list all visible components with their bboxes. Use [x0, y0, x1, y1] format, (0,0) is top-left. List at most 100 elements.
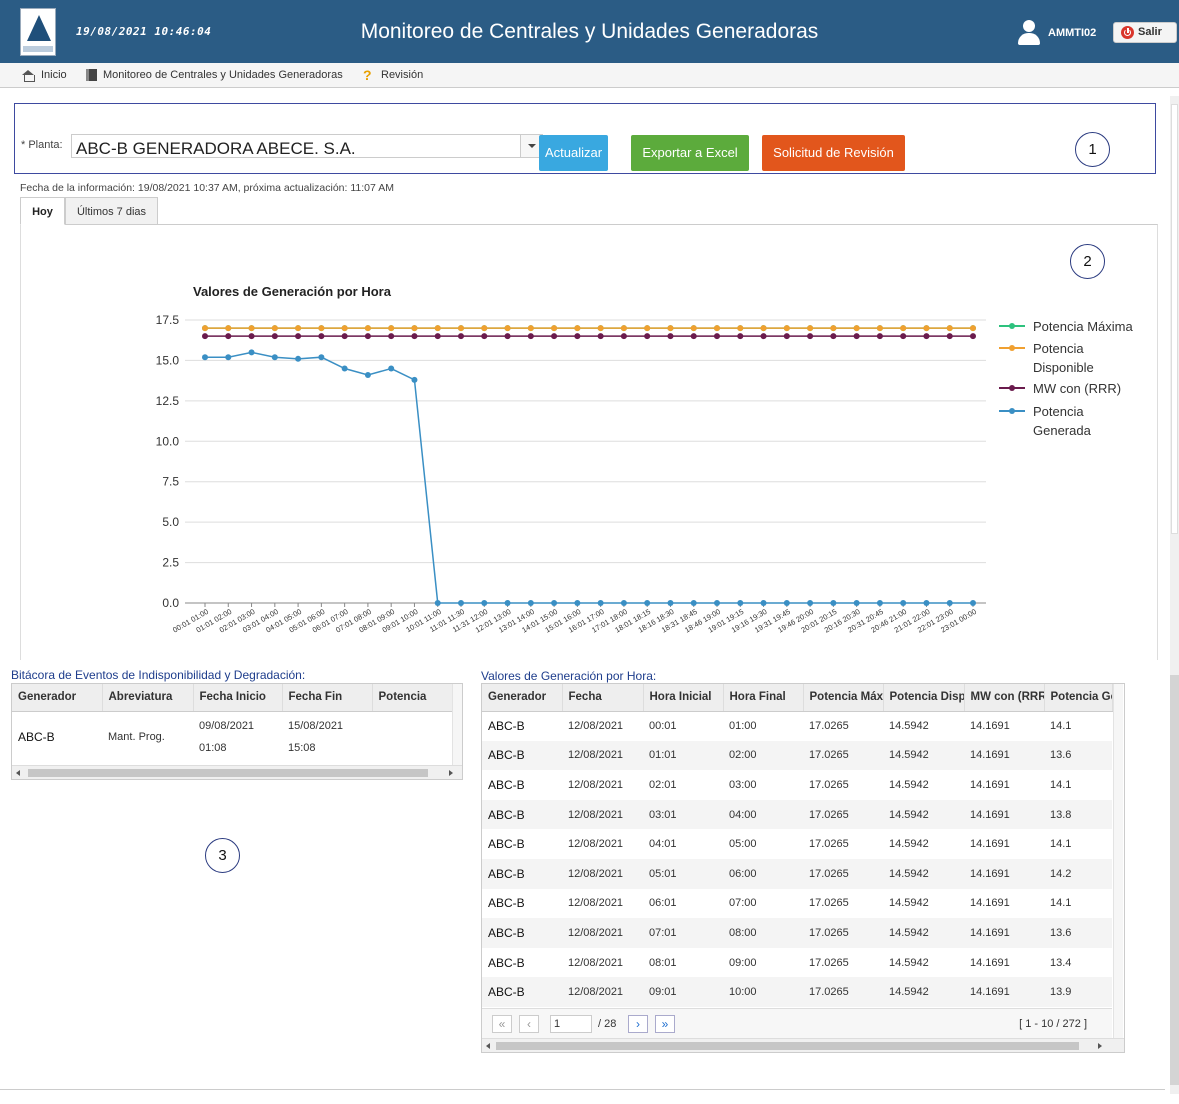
gen-horizontal-scrollbar[interactable]: [482, 1038, 1124, 1052]
data-point: [411, 376, 418, 383]
table-row[interactable]: ABC-B 12/08/2021 09:01 10:00 17.0265 14.5942 1…: [482, 977, 1112, 1007]
page-number-input[interactable]: 1: [550, 1015, 592, 1033]
table-row[interactable]: ABC-B 12/08/2021 05:01 06:00 17.0265 14.5942 1…: [482, 858, 1112, 889]
prev-page-button[interactable]: ‹: [519, 1015, 539, 1033]
data-point: [760, 333, 767, 340]
planta-select[interactable]: ABC-B GENERADORA ABECE. S.A.: [71, 134, 543, 158]
col-header-potencia-generada[interactable]: Potencia Ge: [1044, 684, 1113, 712]
annotation-1: 1: [1075, 132, 1110, 167]
first-page-button[interactable]: «: [492, 1015, 512, 1033]
cell-potencia-disponible: 14.5942: [889, 956, 929, 969]
col-header-potencia-maxima[interactable]: Potencia Máxi: [803, 684, 884, 712]
table-row[interactable]: ABC-B 12/08/2021 04:01 05:00 17.0265 14.5942 1…: [482, 829, 1112, 859]
data-point: [504, 333, 511, 340]
cell-mw-rrr: 14.1691: [964, 799, 1044, 830]
cell-hora-final: 04:00: [723, 799, 803, 830]
cell-fecha: 12/08/2021: [562, 918, 643, 948]
y-tick-label: 7.5: [162, 475, 179, 489]
cell-potencia-maxima: 17.0265: [809, 720, 849, 733]
cell-potencia-generada: 14.1: [1050, 897, 1072, 910]
col-header-fecha[interactable]: Fecha: [562, 684, 644, 712]
col-header-potencia[interactable]: Potencia: [372, 684, 453, 712]
events-horizontal-scrollbar[interactable]: [12, 765, 462, 779]
data-point: [597, 325, 604, 332]
scroll-thumb[interactable]: [496, 1042, 1079, 1050]
data-point: [760, 325, 767, 332]
scroll-left-icon[interactable]: [16, 770, 20, 776]
breadcrumb-home[interactable]: Inicio: [22, 69, 67, 82]
tab-last-7-days[interactable]: Últimos 7 dias: [65, 197, 158, 225]
col-header-fecha-fin[interactable]: Fecha Fin: [282, 684, 373, 712]
cell-generador: ABC-B: [488, 837, 525, 852]
cell-mw-rrr: 14.1691: [970, 778, 1010, 791]
table-row[interactable]: ABC-B 12/08/2021 07:01 08:00 17.0265 14.5942 1…: [482, 918, 1112, 948]
tab-today[interactable]: Hoy: [20, 197, 65, 225]
data-point: [551, 333, 558, 340]
events-vertical-scrollbar[interactable]: [452, 684, 462, 765]
review-request-button[interactable]: Solicitud de Revisión: [762, 135, 905, 171]
data-point: [225, 333, 232, 340]
cell-hora-final: 07:00: [729, 897, 757, 910]
col-header-mw-rrr[interactable]: MW con (RRR): [964, 684, 1045, 712]
table-row[interactable]: ABC-B 12/08/2021 02:01 03:00 17.0265 14.5942 1…: [482, 770, 1112, 800]
col-header-potencia-disponible[interactable]: Potencia Disp: [883, 684, 965, 712]
data-point: [667, 333, 674, 340]
cell-potencia-disponible: 14.5942: [889, 720, 929, 733]
data-point: [551, 600, 558, 606]
y-tick-label: 10.0: [156, 434, 180, 448]
cell-mw-rrr: 14.1691: [970, 720, 1010, 733]
divider: [0, 1089, 1165, 1090]
legend-label: Generada: [1033, 423, 1092, 438]
cell-generador: ABC-B: [482, 977, 562, 1007]
cell-potencia-maxima: 17.0265: [809, 778, 849, 791]
data-point: [737, 600, 744, 606]
next-page-button[interactable]: ›: [628, 1015, 648, 1033]
data-point: [202, 325, 208, 332]
scroll-right-icon[interactable]: [1098, 1043, 1102, 1049]
data-point: [597, 333, 604, 340]
col-header-generador[interactable]: Generador: [482, 684, 563, 712]
data-point: [760, 600, 767, 606]
cell-potencia-maxima: 17.0265: [809, 897, 849, 910]
book-icon: [86, 69, 97, 81]
breadcrumb-current[interactable]: ? Revisión: [363, 68, 424, 82]
breadcrumb-current-label: Revisión: [381, 69, 424, 81]
page-scrollbar-lower[interactable]: [1170, 675, 1179, 1085]
last-page-button[interactable]: »: [655, 1015, 675, 1033]
table-row[interactable]: ABC-B 12/08/2021 01:01 02:00 17.0265 14.5942 1…: [482, 740, 1112, 771]
table-row[interactable]: ABC-B 12/08/2021 03:01 04:00 17.0265 14.5942 1…: [482, 799, 1112, 830]
app-header: 19/08/2021 10:46:04 Monitoreo de Central…: [0, 0, 1179, 63]
data-point: [946, 600, 953, 606]
table-row[interactable]: ABC-B 12/08/2021 00:01 01:00 17.0265 14.5942 1…: [482, 711, 1112, 741]
col-header-fecha-inicio[interactable]: Fecha Inicio: [193, 684, 283, 712]
data-point: [434, 325, 441, 332]
col-header-hora-final[interactable]: Hora Final: [723, 684, 804, 712]
export-excel-button[interactable]: Exportar a Excel: [631, 135, 749, 171]
data-point: [714, 333, 720, 340]
scroll-left-icon[interactable]: [486, 1043, 490, 1049]
col-header-hora-inicial[interactable]: Hora Inicial: [643, 684, 724, 712]
table-row[interactable]: ABC-B Mant. Prog. 09/08/2021 01:08 15/08…: [12, 711, 452, 763]
cell-generador: ABC-B: [482, 918, 562, 948]
gen-vertical-scrollbar[interactable]: [1113, 684, 1123, 1038]
data-point: [551, 325, 558, 332]
logout-button[interactable]: Salir: [1113, 22, 1177, 43]
data-point: [434, 600, 441, 606]
scroll-thumb[interactable]: [28, 769, 428, 777]
data-point: [295, 355, 302, 362]
cell-hora-inicial: 01:01: [643, 740, 723, 771]
cell-hora-inicial: 06:01: [649, 897, 677, 910]
table-row[interactable]: ABC-B 12/08/2021 06:01 07:00 17.0265 14.5942 1…: [482, 889, 1112, 919]
y-tick-label: 17.5: [156, 313, 180, 327]
generation-chart: Valores de Generación por Hora 0.0 2.5 5.0 7…: [156, 284, 1134, 635]
breadcrumb-module[interactable]: Monitoreo de Centrales y Unidades Genera…: [86, 69, 343, 81]
col-header-abreviatura[interactable]: Abreviatura: [102, 684, 194, 712]
data-point: [690, 600, 697, 606]
cell-potencia-generada: 14.2: [1044, 858, 1112, 889]
scroll-right-icon[interactable]: [449, 770, 453, 776]
update-button[interactable]: Actualizar: [539, 135, 608, 171]
data-point: [574, 600, 581, 606]
table-row[interactable]: ABC-B 12/08/2021 08:01 09:00 17.0265 14.5942 1…: [482, 948, 1112, 978]
data-point: [783, 600, 790, 606]
col-header-generador[interactable]: Generador: [12, 684, 103, 712]
